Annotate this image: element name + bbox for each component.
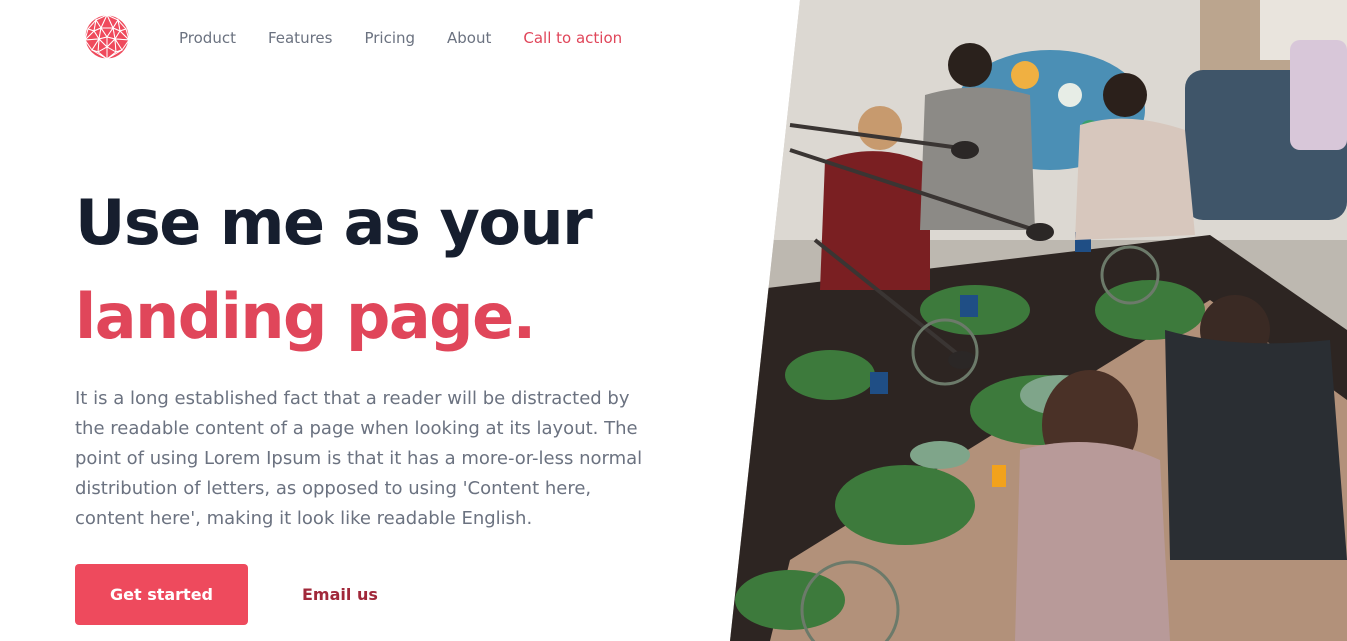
team-workshop-photo	[730, 0, 1347, 641]
nav-link-call-to-action[interactable]: Call to action	[523, 28, 622, 48]
hero-actions: Get started Email us	[75, 564, 378, 625]
top-navigation: Product Features Pricing About Call to a…	[0, 0, 700, 78]
hero-description: It is a long established fact that a rea…	[75, 388, 643, 529]
hero-section: Use me as your landing page. It is a lon…	[75, 186, 675, 534]
nav-link-about[interactable]: About	[447, 28, 491, 48]
get-started-button[interactable]: Get started	[75, 564, 248, 625]
nav-link-features[interactable]: Features	[268, 28, 333, 48]
landing-page: Product Features Pricing About Call to a…	[0, 0, 1347, 641]
nav-link-product[interactable]: Product	[179, 28, 236, 48]
hero-title-line-2: landing page.	[75, 280, 536, 353]
hero-title-line-1: Use me as your	[75, 186, 593, 259]
nav-links: Product Features Pricing About Call to a…	[179, 28, 654, 48]
photo-illustration	[730, 0, 1347, 641]
geometric-sphere-logo-icon[interactable]	[83, 13, 131, 61]
nav-link-pricing[interactable]: Pricing	[364, 28, 415, 48]
hero-title: Use me as your landing page.	[75, 186, 675, 354]
email-us-button[interactable]: Email us	[302, 585, 378, 604]
